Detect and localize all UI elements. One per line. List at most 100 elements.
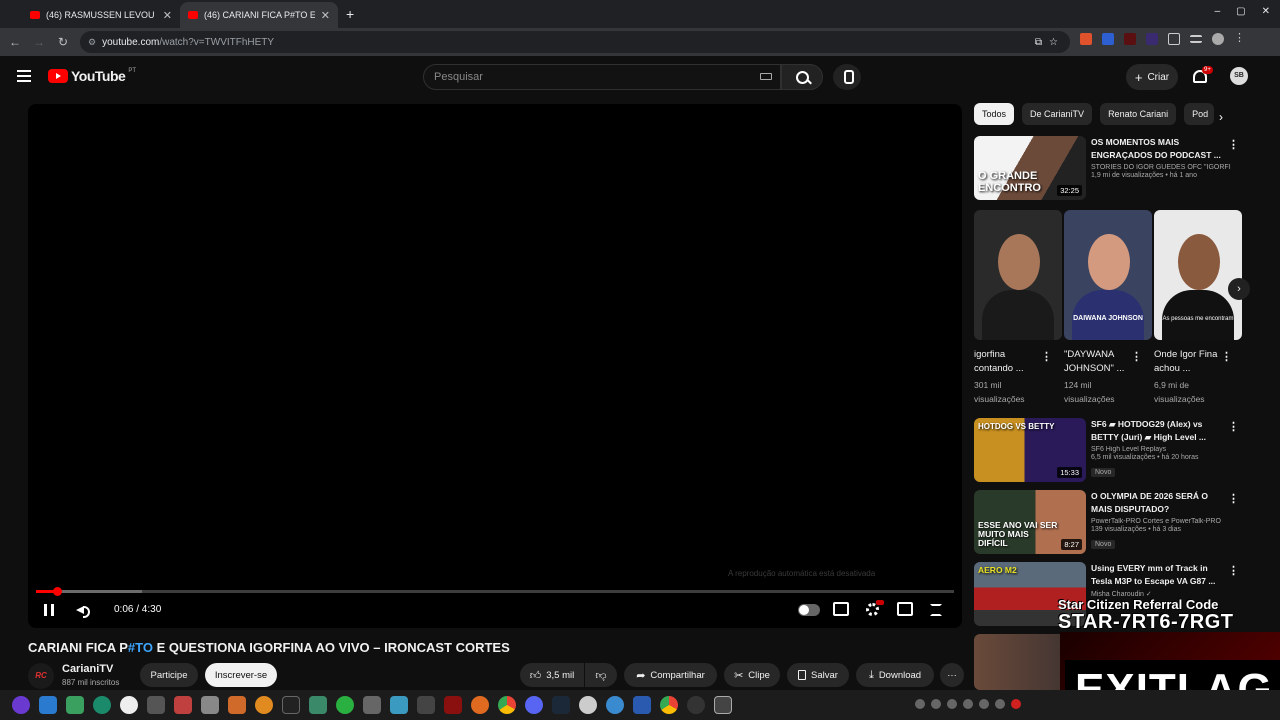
shorts-next-chevron-icon[interactable]: ›: [1228, 278, 1250, 300]
channel-avatar[interactable]: RC: [28, 663, 54, 689]
steam-icon[interactable]: [552, 696, 570, 714]
more-options-icon[interactable]: ⋮: [1228, 564, 1239, 577]
chip-podcast[interactable]: Pod: [1184, 103, 1215, 125]
search-input[interactable]: Pesquisar: [423, 64, 781, 90]
browser-menu-icon[interactable]: ⋮: [1234, 33, 1245, 45]
create-button[interactable]: + Criar: [1126, 64, 1178, 90]
download-button[interactable]: ⤓ Download: [856, 663, 934, 687]
video-thumbnail[interactable]: HOTDOG VS BETTY 15:33: [974, 418, 1086, 482]
title-hashtag[interactable]: #TO: [128, 640, 153, 655]
close-window-button[interactable]: ✕: [1262, 6, 1270, 17]
youtube-logo[interactable]: YouTube PT: [48, 68, 136, 84]
browser-tab-active[interactable]: (46) CARIANI FICA P#TO E Q ✕: [180, 2, 338, 28]
menu-hamburger-icon[interactable]: [17, 70, 31, 82]
app-icon[interactable]: [147, 696, 165, 714]
reload-icon[interactable]: ↻: [51, 35, 75, 49]
more-options-icon[interactable]: ⋮: [1221, 350, 1232, 363]
theater-mode-icon[interactable]: [897, 602, 913, 616]
app-icon[interactable]: [633, 696, 651, 714]
extension-icon[interactable]: [1080, 33, 1092, 45]
app-icon[interactable]: [174, 696, 192, 714]
firefox-icon[interactable]: [471, 696, 489, 714]
more-options-icon[interactable]: ⋮: [1228, 420, 1239, 433]
tray-icon[interactable]: [915, 699, 925, 709]
tray-icon[interactable]: [979, 699, 989, 709]
recommended-video[interactable]: ESSE ANO VAI SER MUITO MAIS DIFÍCIL 8:27…: [974, 490, 1239, 554]
app-icon[interactable]: [336, 696, 354, 714]
profile-icon[interactable]: [1212, 33, 1224, 45]
recommended-video[interactable]: HOTDOG VS BETTY 15:33 SF6 ▰ HOTDOG29 (Al…: [974, 418, 1239, 482]
extension-icon[interactable]: [1124, 33, 1136, 45]
tray-icon[interactable]: [995, 699, 1005, 709]
short-title[interactable]: "DAYWANA JOHNSON" ...: [1064, 348, 1134, 376]
share-button[interactable]: ➦ Compartilhar: [624, 663, 717, 687]
chip-all[interactable]: Todos: [974, 103, 1015, 125]
short-thumbnail[interactable]: [974, 210, 1062, 340]
autoplay-toggle[interactable]: [798, 604, 820, 616]
app-icon[interactable]: [390, 696, 408, 714]
app-icon[interactable]: [417, 696, 435, 714]
recommended-video[interactable]: O GRANDE ENCONTRO 32:25 OS MOMENTOS MAIS…: [974, 136, 1239, 200]
video-title[interactable]: Using EVERY mm of Track in Tesla M3P to …: [1091, 562, 1231, 588]
pause-icon[interactable]: [44, 604, 54, 616]
app-icon[interactable]: [579, 696, 597, 714]
url-bar[interactable]: ⚙ youtube.com/watch?v=TWVITFhHETY ⧉ ☆: [80, 31, 1070, 53]
short-item[interactable]: As pessoas me encontram Onde Igor Fina a…: [1154, 210, 1242, 406]
start-icon[interactable]: [12, 696, 30, 714]
short-title[interactable]: Onde Igor Fina achou ...: [1154, 348, 1224, 376]
minimize-button[interactable]: –: [1215, 6, 1221, 17]
channel-name[interactable]: CarianiTV: [62, 663, 113, 675]
video-thumbnail[interactable]: ESSE ANO VAI SER MUITO MAIS DIFÍCIL 8:27: [974, 490, 1086, 554]
like-button[interactable]: 👍︎ 3,5 mil: [520, 663, 584, 687]
app-icon[interactable]: [120, 696, 138, 714]
short-thumbnail[interactable]: DAIWANA JOHNSON: [1064, 210, 1152, 340]
app-icon[interactable]: [606, 696, 624, 714]
app-icon[interactable]: [228, 696, 246, 714]
video-channel[interactable]: STORIES DO IGOR GUEDES OFC "IGORFI...: [1091, 164, 1231, 171]
forward-arrow-icon[interactable]: →: [27, 35, 51, 49]
reading-list-icon[interactable]: [1190, 35, 1202, 43]
short-item[interactable]: DAIWANA JOHNSON "DAYWANA JOHNSON" ... 12…: [1064, 210, 1152, 406]
search-button[interactable]: [781, 64, 823, 90]
puzzle-extensions-icon[interactable]: [1168, 33, 1180, 45]
back-arrow-icon[interactable]: ←: [3, 35, 27, 49]
subtitles-icon[interactable]: [833, 602, 849, 616]
maximize-button[interactable]: ▢: [1236, 6, 1245, 17]
video-title[interactable]: O OLYMPIA DE 2026 SERÁ O MAIS DISPUTADO?: [1091, 490, 1231, 516]
app-icon[interactable]: [444, 696, 462, 714]
tray-icon[interactable]: [963, 699, 973, 709]
clip-button[interactable]: ✂ Clipe: [724, 663, 780, 687]
progress-bar[interactable]: [36, 587, 954, 596]
file-explorer-icon[interactable]: [39, 696, 57, 714]
browser-tab[interactable]: (46) RASMUSSEN LEVOU O ✕: [22, 2, 180, 28]
user-avatar[interactable]: SB: [1230, 67, 1248, 85]
app-icon[interactable]: [363, 696, 381, 714]
video-title[interactable]: SF6 ▰ HOTDOG29 (Alex) vs BETTY (Juri) ▰ …: [1091, 418, 1231, 444]
extension-icon[interactable]: [1102, 33, 1114, 45]
obs-icon[interactable]: [687, 696, 705, 714]
video-player[interactable]: A reprodução automática está desativada …: [28, 104, 962, 628]
tray-icon[interactable]: [931, 699, 941, 709]
app-icon[interactable]: [309, 696, 327, 714]
video-channel[interactable]: PowerTalk-PRO Cortes e PowerTalk-PRO: [1091, 518, 1231, 525]
chrome-icon[interactable]: [498, 696, 516, 714]
more-options-icon[interactable]: ⋮: [1041, 350, 1052, 363]
chip-renato-cariani[interactable]: Renato Cariani: [1100, 103, 1177, 125]
app-icon[interactable]: [255, 696, 273, 714]
voice-search-mic-icon[interactable]: [833, 64, 861, 90]
app-icon[interactable]: [201, 696, 219, 714]
dislike-button[interactable]: 👎︎: [585, 663, 617, 687]
save-button[interactable]: Salvar: [787, 663, 849, 687]
more-actions-button[interactable]: ···: [940, 663, 964, 687]
volume-icon[interactable]: [76, 604, 90, 618]
app-icon[interactable]: [66, 696, 84, 714]
bookmark-star-icon[interactable]: ☆: [1049, 37, 1058, 48]
tray-icon[interactable]: [1011, 699, 1021, 709]
discord-icon[interactable]: [525, 696, 543, 714]
site-info-icon[interactable]: ⚙: [88, 37, 96, 48]
short-title[interactable]: igorfina contando ...: [974, 348, 1044, 376]
app-icon[interactable]: [93, 696, 111, 714]
video-thumbnail[interactable]: O GRANDE ENCONTRO 32:25: [974, 136, 1086, 200]
chrome-icon[interactable]: [660, 696, 678, 714]
fullscreen-icon[interactable]: [930, 604, 942, 616]
